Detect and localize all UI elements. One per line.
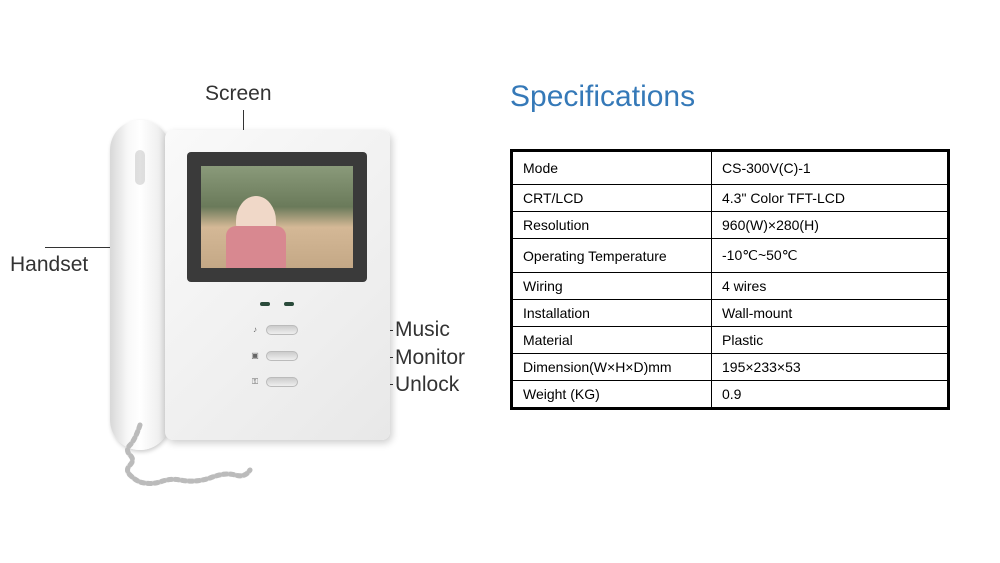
spec-value: -10℃~50℃ (712, 239, 949, 273)
table-row: MaterialPlastic (512, 327, 949, 354)
lcd-screen (201, 166, 353, 268)
intercom-device: ♪ ▣ ⚿ (110, 120, 390, 460)
spec-name: Operating Temperature (512, 239, 712, 273)
handset-part (110, 120, 170, 450)
music-button: ♪ (250, 325, 298, 335)
label-handset: Handset (10, 253, 88, 277)
spec-value: Wall-mount (712, 300, 949, 327)
led-indicators (260, 302, 294, 306)
spec-name: Resolution (512, 212, 712, 239)
spec-value: 4 wires (712, 273, 949, 300)
spec-name: Weight (KG) (512, 381, 712, 409)
table-row: CRT/LCD4.3" Color TFT-LCD (512, 185, 949, 212)
spec-value: 960(W)×280(H) (712, 212, 949, 239)
label-monitor: Monitor (395, 346, 465, 370)
specifications-table: ModeCS-300V(C)-1CRT/LCD4.3" Color TFT-LC… (510, 149, 950, 410)
spec-value: 195×233×53 (712, 354, 949, 381)
main-body: ♪ ▣ ⚿ (165, 130, 390, 440)
leader-line (45, 247, 117, 248)
spec-value: 4.3" Color TFT-LCD (712, 185, 949, 212)
spec-value: Plastic (712, 327, 949, 354)
label-screen: Screen (205, 82, 272, 106)
device-buttons: ♪ ▣ ⚿ (250, 325, 298, 387)
key-icon: ⚿ (250, 377, 260, 387)
spec-name: Mode (512, 151, 712, 185)
table-row: Wiring4 wires (512, 273, 949, 300)
label-music: Music (395, 318, 450, 342)
product-diagram: Screen Handset Music Monitor Unlock (0, 0, 500, 563)
table-row: InstallationWall-mount (512, 300, 949, 327)
handset-cord (80, 420, 280, 510)
table-row: ModeCS-300V(C)-1 (512, 151, 949, 185)
table-row: Weight (KG)0.9 (512, 381, 949, 409)
spec-name: Material (512, 327, 712, 354)
table-row: Operating Temperature-10℃~50℃ (512, 239, 949, 273)
music-icon: ♪ (250, 325, 260, 335)
spec-value: CS-300V(C)-1 (712, 151, 949, 185)
spec-value: 0.9 (712, 381, 949, 409)
spec-name: Installation (512, 300, 712, 327)
unlock-button: ⚿ (250, 377, 298, 387)
table-row: Dimension(W×H×D)mm195×233×53 (512, 354, 949, 381)
spec-name: Dimension(W×H×D)mm (512, 354, 712, 381)
spec-name: Wiring (512, 273, 712, 300)
table-row: Resolution960(W)×280(H) (512, 212, 949, 239)
label-unlock: Unlock (395, 373, 459, 397)
monitor-icon: ▣ (250, 351, 260, 361)
screen-frame (187, 152, 367, 282)
monitor-button: ▣ (250, 351, 298, 361)
specifications-title: Specifications (510, 80, 1000, 114)
spec-name: CRT/LCD (512, 185, 712, 212)
